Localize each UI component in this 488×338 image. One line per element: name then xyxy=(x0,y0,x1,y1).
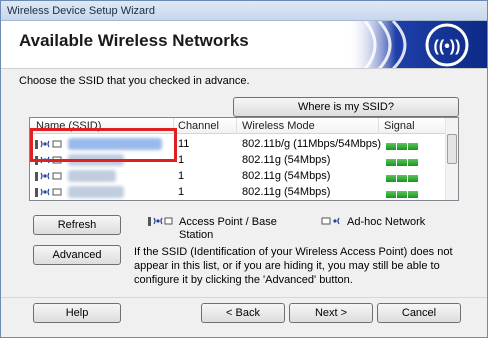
ssid-name-redacted xyxy=(68,186,124,198)
window-title: Wireless Device Setup Wizard xyxy=(7,5,155,17)
legend-access-point-label-2: Station xyxy=(179,229,214,241)
footer-divider xyxy=(1,297,487,298)
table-row[interactable]: 1 802.11g (54Mbps) xyxy=(30,168,446,184)
advanced-button[interactable]: Advanced xyxy=(33,245,121,265)
column-header-mode[interactable]: Wireless Mode xyxy=(242,120,315,132)
signal-strength-icon xyxy=(386,189,420,198)
signal-bar xyxy=(408,159,418,166)
title-bar: Wireless Device Setup Wizard xyxy=(1,1,487,21)
next-button[interactable]: Next > xyxy=(289,303,373,323)
refresh-button[interactable]: Refresh xyxy=(33,215,121,235)
ssid-name-redacted xyxy=(68,170,116,182)
column-header-signal[interactable]: Signal xyxy=(384,120,415,132)
signal-bar xyxy=(386,191,396,198)
signal-bar xyxy=(408,143,418,150)
advanced-info-text: If the SSID (Identification of your Wire… xyxy=(134,246,453,286)
header-banner: Available Wireless Networks ((•)) xyxy=(1,21,487,69)
scrollbar-thumb[interactable] xyxy=(447,134,457,164)
channel-cell: 11 xyxy=(178,138,190,150)
legend-access-point-label: Access Point / Base xyxy=(179,216,277,228)
wireless-mode-cell: 802.11g (54Mbps) xyxy=(242,154,331,166)
channel-cell: 1 xyxy=(178,186,185,198)
page-title: Available Wireless Networks xyxy=(19,31,249,50)
help-button[interactable]: Help xyxy=(33,303,121,323)
access-point-icon xyxy=(35,188,62,197)
wireless-mode-cell: 802.11b/g (11Mbps/54Mbps) xyxy=(242,138,382,150)
cancel-button[interactable]: Cancel xyxy=(377,303,461,323)
instruction-text: Choose the SSID that you checked in adva… xyxy=(19,75,250,87)
signal-bar xyxy=(397,191,407,198)
wizard-window: Wireless Device Setup Wizard Available W… xyxy=(0,0,488,338)
wireless-mode-cell: 802.11g (54Mbps) xyxy=(242,170,331,182)
signal-bar xyxy=(386,175,396,182)
wireless-logo-icon: ((•)) xyxy=(347,21,487,68)
access-point-icon xyxy=(148,217,173,226)
legend-adhoc-label: Ad-hoc Network xyxy=(347,216,426,228)
svg-text:((•)): ((•)) xyxy=(434,38,461,55)
where-is-my-ssid-button[interactable]: Where is my SSID? xyxy=(233,97,459,117)
signal-strength-icon xyxy=(386,157,420,166)
list-scrollbar[interactable] xyxy=(445,118,458,200)
signal-bar xyxy=(397,175,407,182)
signal-bar xyxy=(386,159,396,166)
signal-bar xyxy=(408,175,418,182)
channel-cell: 1 xyxy=(178,170,185,182)
column-header-channel[interactable]: Channel xyxy=(178,120,219,132)
table-row[interactable]: 1 802.11g (54Mbps) xyxy=(30,184,446,200)
table-row[interactable]: 11802.11b/g (11Mbps/54Mbps) xyxy=(30,200,446,201)
signal-bar xyxy=(397,143,407,150)
signal-bar xyxy=(397,159,407,166)
back-button[interactable]: < Back xyxy=(201,303,285,323)
signal-strength-icon xyxy=(386,141,420,150)
channel-cell: 1 xyxy=(178,154,185,166)
signal-strength-icon xyxy=(386,173,420,182)
wireless-mode-cell: 802.11g (54Mbps) xyxy=(242,186,331,198)
selection-highlight-box xyxy=(30,128,177,162)
access-point-icon xyxy=(35,172,62,181)
adhoc-network-icon xyxy=(321,217,340,225)
signal-bar xyxy=(386,143,396,150)
signal-bar xyxy=(408,191,418,198)
